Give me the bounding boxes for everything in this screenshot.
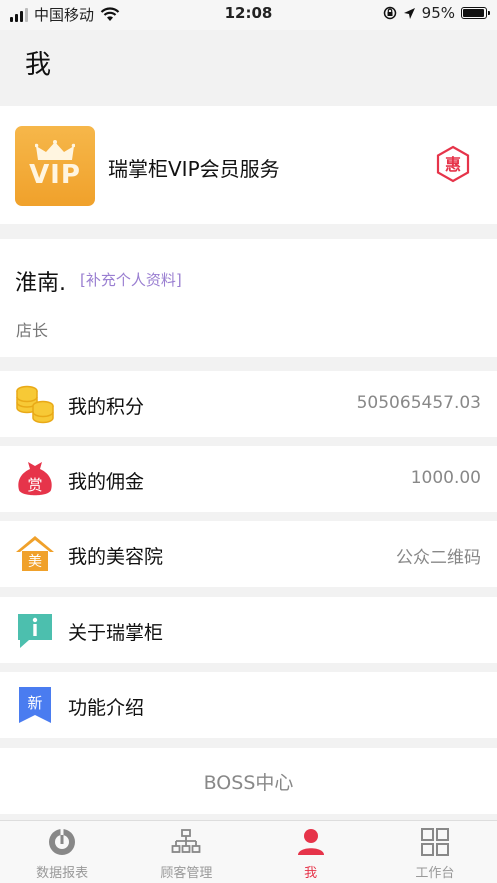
- menu-row-salon[interactable]: 美 我的美容院 公众二维码: [0, 521, 497, 587]
- tab-me[interactable]: 我: [249, 821, 373, 883]
- crown-icon: [35, 140, 75, 160]
- status-bar: 中国移动 12:08 95%: [0, 0, 497, 30]
- tab-label-customer-management: 顾客管理: [160, 866, 213, 881]
- salon-house-icon: 美: [16, 536, 54, 571]
- report-icon: [49, 829, 76, 855]
- menu-label-salon: 我的美容院: [68, 546, 164, 568]
- discount-char: 惠: [445, 155, 461, 174]
- salon-char: 美: [28, 554, 42, 570]
- tab-data-report[interactable]: 数据报表: [0, 821, 124, 883]
- tab-label-me: 我: [304, 866, 318, 881]
- user-icon: [297, 829, 324, 855]
- tab-workbench[interactable]: 工作台: [373, 821, 497, 883]
- reward-char: 赏: [27, 476, 42, 494]
- menu-row-about[interactable]: 关于瑞掌柜: [0, 597, 497, 663]
- menu-row-commission[interactable]: 赏 我的佣金 1000.00: [0, 446, 497, 512]
- tab-bar: 数据报表 顾客管理 我 工作台: [0, 820, 497, 883]
- menu-label-features: 功能介绍: [68, 697, 145, 719]
- vip-service-title: 瑞掌柜VIP会员服务: [108, 157, 280, 181]
- menu-label-about: 关于瑞掌柜: [68, 622, 164, 644]
- tab-customer-management[interactable]: 顾客管理: [124, 821, 248, 883]
- reward-bag-icon: 赏: [18, 462, 52, 496]
- orientation-lock-icon: [383, 6, 396, 20]
- menu-row-features[interactable]: 新 功能介绍: [0, 672, 497, 738]
- battery-icon: [461, 7, 490, 19]
- location-arrow-icon: [403, 7, 415, 19]
- grid-icon: [420, 828, 449, 856]
- new-ribbon-icon: 新: [19, 687, 51, 723]
- battery-percent: 95%: [421, 4, 455, 22]
- vip-badge-text: VIP: [29, 160, 81, 190]
- hierarchy-icon: [171, 829, 201, 853]
- boss-center-label: BOSS中心: [203, 772, 294, 794]
- discount-hexagon-icon[interactable]: 惠: [436, 145, 470, 183]
- info-icon: [18, 614, 52, 648]
- complete-profile-link[interactable]: [补充个人资料]: [80, 269, 182, 290]
- new-char: 新: [27, 694, 42, 712]
- tab-label-data-report: 数据报表: [36, 866, 89, 881]
- profile-card: 淮南. [补充个人资料] 店长: [0, 239, 497, 357]
- menu-row-points[interactable]: 我的积分 505065457.03: [0, 371, 497, 437]
- status-right: 95%: [383, 4, 490, 22]
- commission-value: 1000.00: [410, 468, 481, 488]
- page-title: 我: [25, 50, 52, 80]
- user-role: 店长: [16, 321, 49, 340]
- coins-icon: [16, 385, 54, 424]
- boss-center-button[interactable]: BOSS中心: [0, 748, 497, 814]
- points-value: 505065457.03: [356, 393, 481, 413]
- vip-badge: VIP: [15, 126, 95, 206]
- tab-label-workbench: 工作台: [415, 866, 455, 881]
- vip-service-card[interactable]: VIP 瑞掌柜VIP会员服务: [0, 106, 497, 224]
- menu-label-commission: 我的佣金: [68, 471, 145, 493]
- salon-qr-value: 公众二维码: [396, 548, 481, 568]
- user-name: 淮南.: [15, 271, 66, 296]
- menu-label-points: 我的积分: [68, 396, 145, 418]
